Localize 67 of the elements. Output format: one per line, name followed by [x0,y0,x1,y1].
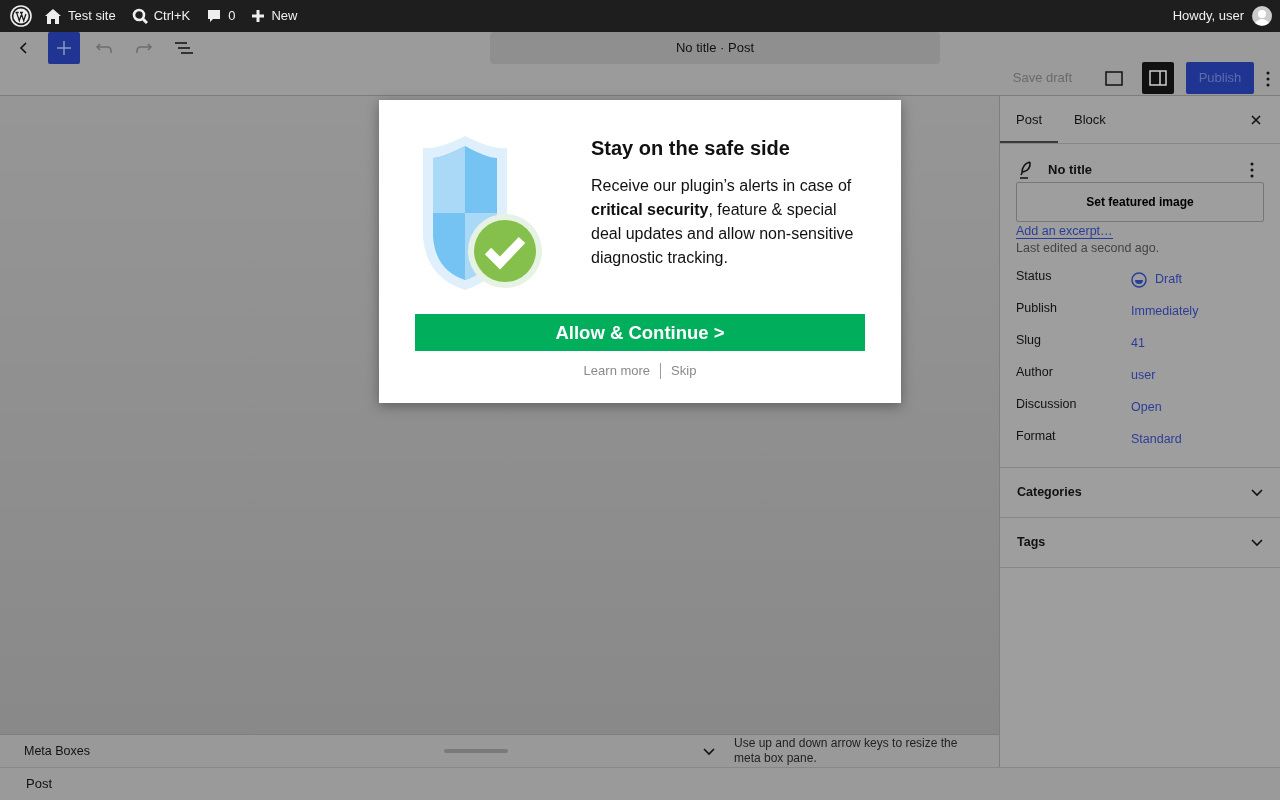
speech-bubble-icon [206,8,223,24]
settings-toggle-button[interactable] [1142,62,1174,94]
modal-link[interactable]: Skip [661,361,707,381]
meta-boxes-title[interactable]: Meta Boxes [0,741,440,761]
resize-hint-text: Use up and down arrow keys to resize the meta box pane. [734,736,959,766]
list-icon [175,42,193,54]
chevron-down-icon[interactable] [702,745,716,757]
modal-description: Receive our plugin’s alerts in case of critical security, feature & special deal updates and allow non-sensitive diagnostic tracking. [591,176,855,268]
redo-icon [135,41,153,55]
undo-icon [95,41,113,55]
feather-icon [1018,160,1032,179]
search-menu-item[interactable]: Ctrl+K [123,6,199,26]
add-block-button[interactable] [48,32,80,64]
field-value-link[interactable]: Open [1131,388,1162,421]
field-value-link[interactable]: Immediately [1131,292,1199,325]
breadcrumb-item[interactable]: Post [26,774,52,794]
menu-label: New [271,7,298,26]
close-icon[interactable] [1250,113,1262,126]
menu-label: 0 [228,7,236,26]
modal-title: Stay on the safe side [591,136,791,160]
field-value: Immediately [1131,303,1199,321]
plus-icon [56,40,72,56]
home-menu-item[interactable]: Test site [36,6,124,26]
field-value: 41 [1131,335,1145,353]
more-options-icon[interactable] [1250,161,1254,178]
panel-header[interactable]: Tags [1000,516,1280,567]
wordpress-logo-icon [10,5,32,27]
sidebar-layout-icon [1149,70,1167,86]
comments-menu-item[interactable]: 0 [198,6,244,26]
greeting-text[interactable]: Howdy, user [1172,6,1244,26]
field-value: Open [1131,399,1162,417]
modal-link[interactable]: Learn more [573,361,661,381]
avatar-icon[interactable] [1252,6,1272,26]
last-edited-text: Last edited a second ago. [1015,239,1161,257]
plus-icon [251,9,266,23]
field-value: Standard [1131,431,1182,449]
panel-header[interactable]: Categories [1000,466,1280,517]
add-excerpt-link[interactable]: Add an excerpt… [1016,223,1113,239]
field-value: Draft [1155,271,1183,289]
post-title: No title [1048,161,1093,179]
field-label: Author [1016,363,1054,381]
field-value-link[interactable]: Draft [1131,260,1183,293]
new-menu-item[interactable]: New [243,6,306,26]
screen-icon [1105,70,1123,86]
field-value: user [1131,367,1156,385]
menu-label: Ctrl+K [153,7,191,26]
field-value-link[interactable]: user [1131,356,1156,389]
field-value-link[interactable]: Standard [1131,420,1182,453]
chevron-down-icon [1250,486,1264,498]
more-options-icon[interactable] [1266,69,1270,87]
field-label: Format [1016,427,1057,445]
sidebar-tab[interactable]: Block [1058,96,1122,143]
field-label: Publish [1016,299,1058,317]
sidebar-tab[interactable]: Post [1000,96,1058,143]
home-icon [44,7,62,25]
field-label: Status [1016,267,1053,285]
panel-title: Categories [1017,483,1082,501]
field-label: Slug [1016,331,1043,349]
half-circle-icon [1131,271,1147,288]
field-value-link[interactable]: 41 [1131,324,1145,357]
field-label: Discussion [1016,395,1078,413]
panel-title: Tags [1017,533,1046,551]
menu-label: Test site [68,7,116,26]
search-icon [131,8,148,24]
set-featured-image-button[interactable]: Set featured image [1016,181,1264,222]
chevron-down-icon [1250,536,1264,548]
document-title-bar[interactable]: No title · Post [490,32,940,64]
